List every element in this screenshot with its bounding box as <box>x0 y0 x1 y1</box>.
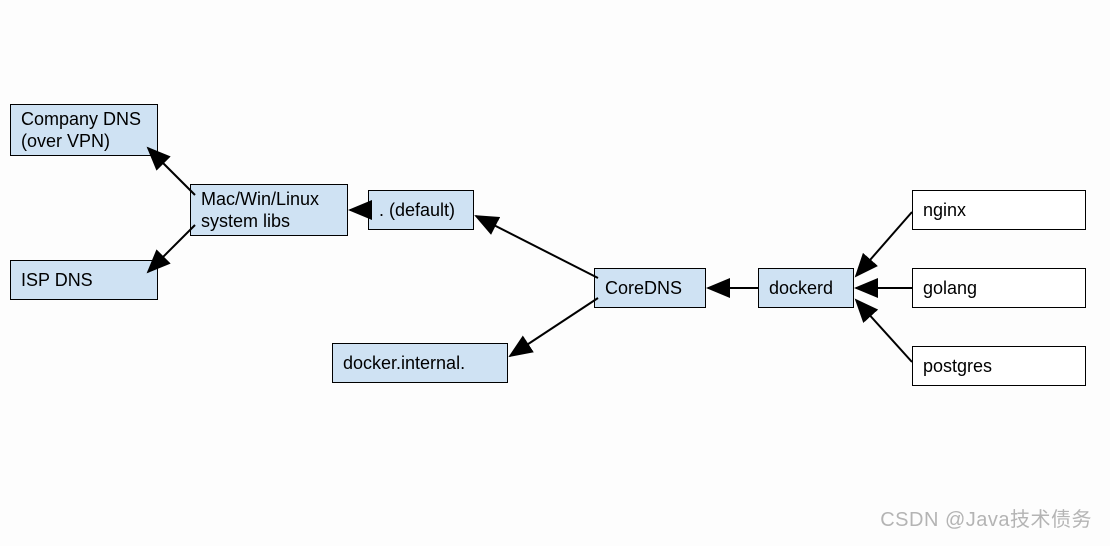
isp-dns-label: ISP DNS <box>21 269 93 292</box>
node-postgres: postgres <box>912 346 1086 386</box>
docker-internal-label: docker.internal. <box>343 352 465 375</box>
node-coredns: CoreDNS <box>594 268 706 308</box>
watermark: CSDN @Java技术债务 <box>880 503 1092 532</box>
company-dns-l1: Company DNS <box>21 108 141 131</box>
postgres-label: postgres <box>923 355 992 378</box>
dockerd-label: dockerd <box>769 277 833 300</box>
node-syslibs: Mac/Win/Linux system libs <box>190 184 348 236</box>
syslibs-l1: Mac/Win/Linux <box>201 188 319 211</box>
default-zone-label: . (default) <box>379 199 455 222</box>
node-golang: golang <box>912 268 1086 308</box>
coredns-label: CoreDNS <box>605 277 682 300</box>
golang-label: golang <box>923 277 977 300</box>
syslibs-l2: system libs <box>201 210 290 233</box>
company-dns-l2: (over VPN) <box>21 130 110 153</box>
nginx-label: nginx <box>923 199 966 222</box>
node-nginx: nginx <box>912 190 1086 230</box>
node-default-zone: . (default) <box>368 190 474 230</box>
node-dockerd: dockerd <box>758 268 854 308</box>
node-isp-dns: ISP DNS <box>10 260 158 300</box>
node-docker-internal: docker.internal. <box>332 343 508 383</box>
node-company-dns: Company DNS (over VPN) <box>10 104 158 156</box>
